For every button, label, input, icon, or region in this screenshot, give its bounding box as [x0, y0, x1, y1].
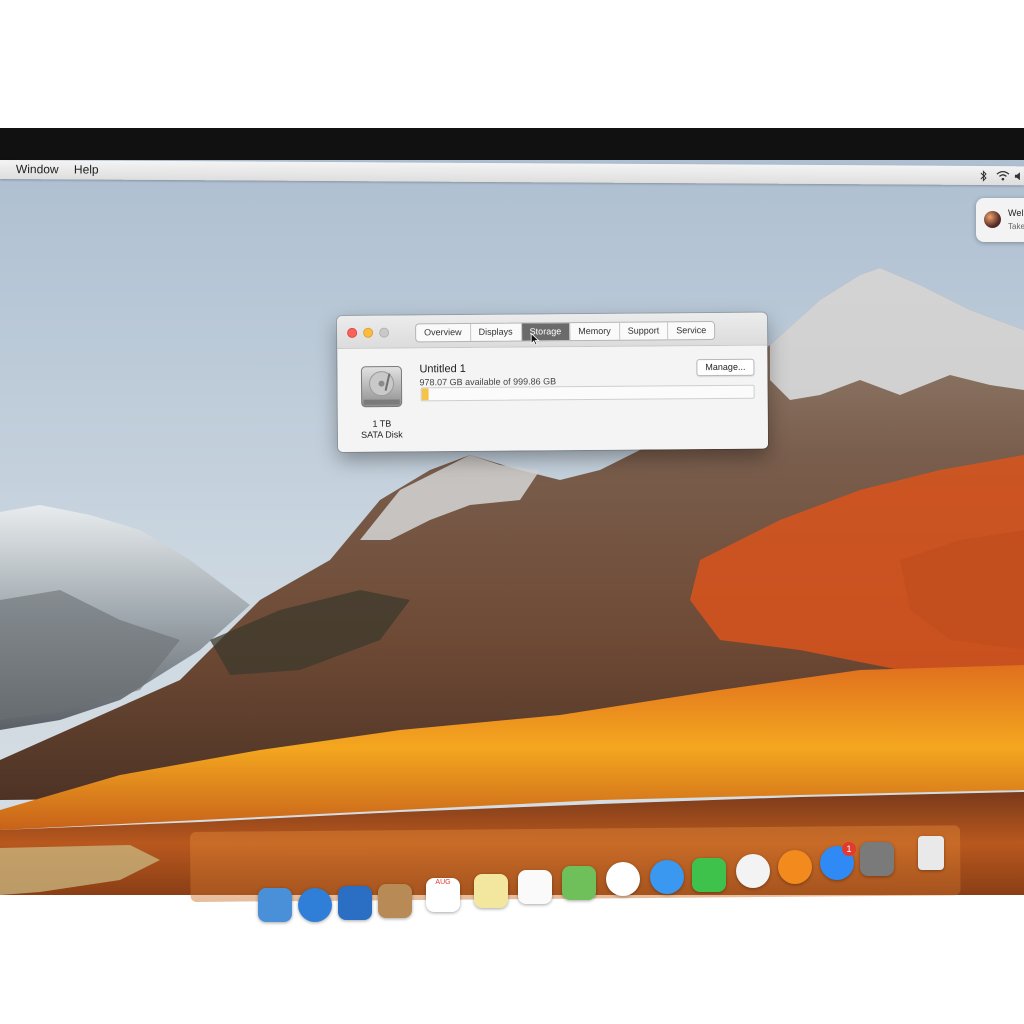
notification-subtitle: Take	[1008, 222, 1024, 231]
window-titlebar[interactable]: Overview Displays Storage Memory Support…	[337, 312, 768, 349]
tab-overview[interactable]: Overview	[416, 323, 471, 342]
manage-button[interactable]: Manage...	[696, 358, 755, 377]
volume-name: Untitled 1	[419, 362, 466, 376]
messages-icon[interactable]	[650, 860, 684, 894]
notification-avatar-icon	[984, 211, 1001, 228]
system-preferences-icon[interactable]	[860, 842, 894, 876]
disk-type: SATA Disk	[361, 429, 403, 440]
itunes-icon[interactable]	[736, 854, 770, 888]
about-this-mac-window: Overview Displays Storage Memory Support…	[337, 312, 769, 452]
calendar-month-label: AUG	[435, 879, 451, 886]
photos-icon[interactable]	[606, 862, 640, 896]
tab-bar: Overview Displays Storage Memory Support…	[415, 321, 716, 343]
ibooks-icon[interactable]	[778, 850, 812, 884]
tab-storage[interactable]: Storage	[521, 323, 571, 341]
storage-usage-bar	[420, 384, 755, 402]
reminders-icon[interactable]	[518, 870, 552, 904]
disk-capacity: 1 TB	[372, 418, 392, 429]
mouse-pointer-icon	[530, 332, 540, 346]
storage-panel: 1 TB SATA Disk Untitled 1 978.07 GB avai…	[337, 345, 769, 452]
wifi-icon[interactable]	[996, 170, 1010, 181]
storage-usage-fill	[421, 388, 429, 401]
notification-banner[interactable]: Wel Take	[976, 198, 1024, 242]
hard-disk-icon	[360, 366, 403, 408]
tab-displays[interactable]: Displays	[470, 323, 522, 341]
menu-window[interactable]: Window	[16, 162, 59, 176]
app-store-badge: 1	[842, 842, 856, 856]
facetime-icon[interactable]	[692, 858, 726, 892]
bluetooth-icon[interactable]	[980, 170, 988, 182]
close-button[interactable]	[347, 327, 358, 338]
notification-title: Wel	[1008, 208, 1024, 218]
maps-icon[interactable]	[562, 866, 596, 900]
trash-icon[interactable]	[918, 836, 944, 870]
tab-memory[interactable]: Memory	[570, 322, 620, 341]
notes-icon[interactable]	[474, 874, 508, 908]
menu-help[interactable]: Help	[74, 162, 99, 176]
finder-icon[interactable]	[258, 888, 292, 922]
mail-icon[interactable]	[338, 886, 372, 920]
tab-support[interactable]: Support	[619, 322, 669, 340]
tab-service[interactable]: Service	[668, 322, 714, 339]
sound-icon[interactable]	[1014, 171, 1024, 181]
zoom-button[interactable]	[379, 327, 390, 338]
contacts-icon[interactable]	[378, 884, 412, 918]
calendar-icon[interactable]: AUG	[426, 878, 460, 912]
minimize-button[interactable]	[363, 327, 374, 338]
safari-icon[interactable]	[298, 888, 332, 922]
